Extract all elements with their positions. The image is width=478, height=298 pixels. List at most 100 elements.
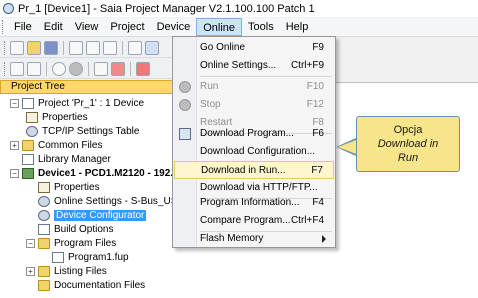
tree-item-label: Device Configurator — [54, 210, 147, 221]
tree-item-tcpip-settings[interactable]: TCP/IP Settings Table — [26, 125, 139, 138]
menu-item-download-configuration[interactable]: Download Configuration... — [174, 143, 334, 161]
online-settings-icon — [38, 196, 50, 207]
menu-item-shortcut: F9 — [312, 42, 324, 53]
menu-item-shortcut: F12 — [306, 99, 324, 110]
stop-icon — [179, 99, 191, 111]
tree-expander-program-files[interactable]: − — [26, 239, 35, 248]
menu-item-download-program[interactable]: Download Program... F6 — [174, 125, 334, 143]
window-title: Pr_1 [Device1] - Saia Project Manager V2… — [18, 2, 315, 15]
tree-item-label: Properties — [54, 182, 100, 193]
tree-item-project[interactable]: Project 'Pr_1' : 1 Device — [22, 97, 144, 110]
tree-expander-common-files[interactable]: + — [10, 141, 19, 150]
folder-icon — [38, 280, 50, 291]
tree-item-listing-files[interactable]: Listing Files — [38, 265, 107, 278]
menu-item-online-settings[interactable]: Online Settings... Ctrl+F9 — [174, 57, 334, 75]
tree-item-device1[interactable]: Device1 - PCD1.M2120 - 192.16 — [22, 167, 184, 180]
online-menu-dropdown: Go Online F9 Online Settings... Ctrl+F9 … — [172, 36, 336, 248]
bug-icon[interactable] — [111, 61, 125, 76]
folder-icon — [38, 266, 50, 277]
toolbar-separator — [130, 61, 131, 76]
menu-help[interactable]: Help — [280, 18, 315, 36]
app-icon — [3, 3, 14, 14]
menu-item-label: Download Program... — [200, 128, 294, 139]
build-icon[interactable] — [136, 61, 150, 76]
menu-online[interactable]: Online — [196, 18, 243, 36]
tree-item-label: Project 'Pr_1' : 1 Device — [38, 98, 145, 109]
menu-item-shortcut: F6 — [312, 128, 324, 139]
menu-view[interactable]: View — [69, 18, 105, 36]
menu-bar: File Edit View Project Device Online Too… — [0, 18, 478, 37]
build-options-icon — [38, 224, 50, 235]
menu-item-label: Run — [200, 81, 219, 92]
tree-item-common-files[interactable]: Common Files — [22, 139, 102, 152]
tree-item-documentation-files[interactable]: Documentation Files — [38, 279, 145, 292]
new-file-icon[interactable] — [10, 40, 24, 55]
symbol-editor-icon[interactable] — [128, 40, 142, 55]
callout-annotation: Opcja Download in Run — [356, 116, 460, 172]
toolbar-separator — [46, 61, 47, 76]
tree-item-program-files[interactable]: Program Files — [38, 237, 116, 250]
folder-icon — [38, 238, 50, 249]
tree-item-label: Program1.fup — [68, 252, 129, 263]
menu-item-compare-program[interactable]: Compare Program... Ctrl+F4 — [174, 212, 334, 230]
download-program-icon — [179, 128, 191, 140]
callout-line-2: Download in — [377, 138, 439, 150]
online-settings-icon[interactable] — [27, 61, 41, 76]
refresh-icon[interactable] — [52, 61, 66, 76]
tree-item-label: Library Manager — [38, 154, 111, 165]
menu-device[interactable]: Device — [151, 18, 197, 36]
menu-project[interactable]: Project — [104, 18, 150, 36]
properties-icon[interactable] — [69, 40, 83, 55]
callout-pointer-fill — [338, 140, 356, 154]
toolbar-separator — [63, 40, 64, 55]
tree-item-program1-fup[interactable]: Program1.fup — [52, 251, 129, 264]
configurator-icon — [38, 210, 50, 221]
table-icon[interactable] — [145, 40, 159, 55]
tree-item-device-properties[interactable]: Properties — [38, 181, 100, 194]
menu-item-run[interactable]: Run F10 — [174, 78, 334, 96]
callout-line-3: Run — [397, 152, 419, 164]
menu-item-stop[interactable]: Stop F12 — [174, 96, 334, 114]
download-icon[interactable] — [10, 61, 24, 76]
tree-item-library-manager[interactable]: Library Manager — [22, 153, 111, 166]
menu-item-label: Compare Program... — [200, 215, 291, 226]
run-icon — [179, 81, 191, 93]
open-folder-icon[interactable] — [27, 40, 41, 55]
tree-item-properties[interactable]: Properties — [26, 111, 88, 124]
tree-item-label: Listing Files — [54, 266, 107, 277]
tree-expander-device1[interactable]: − — [10, 169, 19, 178]
menu-item-shortcut: F10 — [306, 81, 324, 92]
toolbar-grip-icon — [4, 61, 7, 76]
debug-icon[interactable] — [94, 61, 108, 76]
menu-item-shortcut: Ctrl+F4 — [290, 215, 324, 226]
print-icon[interactable] — [103, 40, 117, 55]
toolbar-separator — [122, 40, 123, 55]
tree-expander-project[interactable]: − — [10, 99, 19, 108]
menu-item-label: Download Configuration... — [200, 146, 316, 157]
stop-icon[interactable] — [69, 61, 83, 76]
tree-item-label: Device1 - PCD1.M2120 - 192.16 — [38, 168, 185, 179]
online-toolbar — [0, 59, 178, 79]
app-window: Pr_1 [Device1] - Saia Project Manager V2… — [0, 0, 478, 298]
toolbar-separator — [88, 61, 89, 76]
menu-item-label: Stop — [200, 99, 221, 110]
menu-file[interactable]: File — [8, 18, 38, 36]
menu-item-download-in-run[interactable]: Download in Run... F7 — [174, 161, 334, 179]
tree-item-device-configurator[interactable]: Device Configurator — [38, 209, 147, 222]
tree-item-build-options[interactable]: Build Options — [38, 223, 113, 236]
menu-edit[interactable]: Edit — [38, 18, 69, 36]
menu-item-go-online[interactable]: Go Online F9 — [174, 39, 334, 57]
tree-item-label: Documentation Files — [54, 280, 146, 291]
tree-expander-listing-files[interactable]: + — [26, 267, 35, 276]
folder-icon — [22, 140, 34, 151]
menu-item-program-information[interactable]: Program Information... F4 — [174, 194, 334, 212]
menu-item-shortcut: Ctrl+F9 — [290, 60, 324, 71]
save-icon[interactable] — [44, 40, 58, 55]
clipboard-icon[interactable] — [86, 40, 100, 55]
tree-item-label: TCP/IP Settings Table — [42, 126, 140, 137]
menu-item-label: Download in Run... — [201, 165, 286, 176]
menubar-grip-icon — [2, 20, 5, 34]
menu-tools[interactable]: Tools — [242, 18, 280, 36]
properties-icon — [38, 182, 50, 193]
menu-item-flash-memory[interactable]: Flash Memory — [174, 230, 334, 248]
